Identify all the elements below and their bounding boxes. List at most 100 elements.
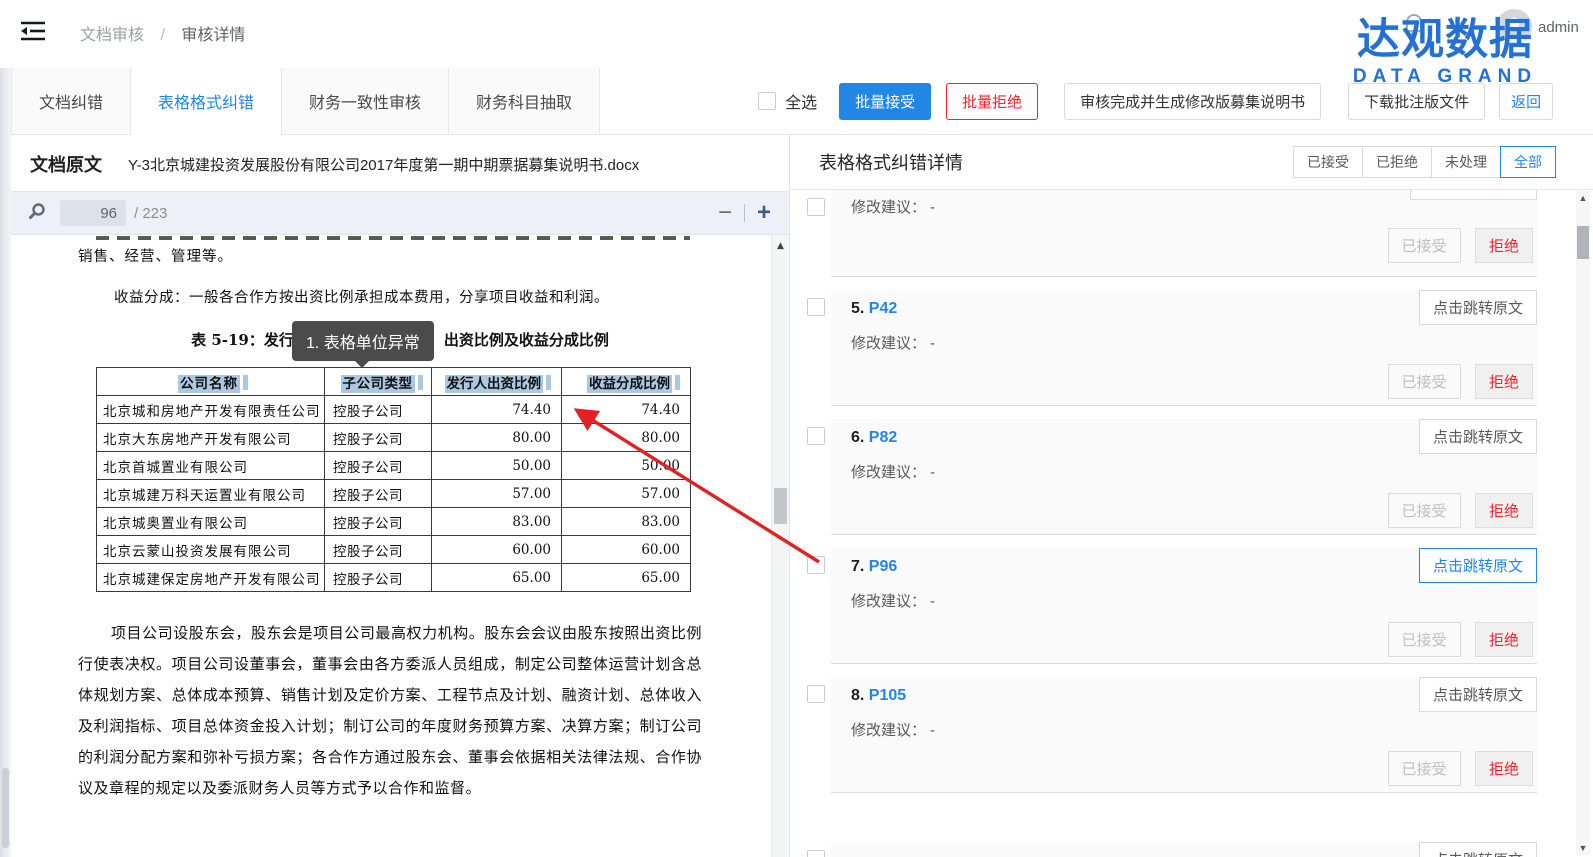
jump-to-source-button[interactable]: 点击跳转原文 — [1419, 677, 1537, 712]
page-total-label: / 223 — [134, 205, 167, 222]
item-checkbox[interactable] — [807, 850, 825, 857]
item-checkbox[interactable] — [807, 198, 825, 216]
table-header-row: 公司名称 子公司类型 发行人出资比例 收益分成比例 — [97, 368, 691, 396]
download-annotated-button[interactable]: 下载批注版文件 — [1348, 83, 1485, 120]
item-checkbox[interactable] — [807, 556, 825, 574]
review-item-card: 点击跳转原文 8. P105 修改建议：- 已接受 拒绝 — [831, 677, 1537, 793]
suggestion-value: - — [930, 335, 935, 352]
item-page-link[interactable]: P105 — [869, 687, 906, 704]
suggestion-label: 修改建议： — [851, 593, 926, 610]
document-filename: Y-3北京城建投资发展股份有限公司2017年度第一期中期票据募集说明书.docx — [128, 154, 639, 175]
clipped-text-fragment — [96, 236, 690, 240]
batch-accept-button[interactable]: 批量接受 — [839, 83, 931, 120]
tab-table-format-correction[interactable]: 表格格式纠错 — [131, 68, 282, 134]
filter-all[interactable]: 全部 — [1500, 146, 1556, 178]
jump-to-source-button[interactable]: 点击跳转原文 — [1419, 842, 1537, 857]
breadcrumb-review-detail: 审核详情 — [181, 27, 245, 44]
review-item-list: 修改建议：- 已接受 拒绝 点击跳转原文 5. P42 修改建议：- — [791, 190, 1593, 857]
jump-to-source-button[interactable]: 点击跳转原文 — [1419, 290, 1537, 325]
review-panel-title: 表格格式纠错详情 — [819, 149, 963, 175]
back-button[interactable]: 返回 — [1499, 83, 1553, 120]
item-page-link[interactable]: P42 — [869, 300, 897, 317]
review-item-p105: 点击跳转原文 8. P105 修改建议：- 已接受 拒绝 — [807, 677, 1537, 806]
item-checkbox[interactable] — [807, 298, 825, 316]
reject-button[interactable]: 拒绝 — [1475, 364, 1533, 399]
select-all-checkbox[interactable] — [758, 92, 776, 110]
item-actions: 已接受 拒绝 — [851, 364, 1537, 395]
notification-bell-icon[interactable] — [1403, 13, 1425, 37]
scroll-down-arrow[interactable]: ▼ — [1576, 843, 1590, 853]
item-number: 5. — [851, 300, 864, 317]
item-page-link[interactable]: P96 — [869, 558, 897, 575]
doc-paragraph-3: 项目公司设股东会，股东会是项目公司最高权力机构。股东会会议由股东按照出资比例行使… — [78, 618, 702, 804]
finish-generate-button[interactable]: 审核完成并生成修改版募集说明书 — [1064, 83, 1321, 120]
accepted-button[interactable]: 已接受 — [1388, 493, 1461, 528]
jump-to-source-button[interactable]: 点击跳转原文 — [1419, 419, 1537, 454]
review-item-card: 点击跳转原文 5. P42 修改建议：- 已接受 拒绝 — [831, 290, 1537, 406]
document-page: 销售、经营、管理等。 收益分成：一般各合作方按出资比例承担成本费用，分享项目收益… — [11, 235, 789, 857]
review-item-card: 点击跳转原文 7. P96 修改建议：- 已接受 拒绝 — [831, 548, 1537, 664]
filter-pending[interactable]: 未处理 — [1431, 146, 1501, 178]
item-number: 7. — [851, 558, 864, 575]
zoom-in-button[interactable]: + — [757, 201, 771, 225]
accepted-button[interactable]: 已接受 — [1388, 228, 1461, 263]
suggestion-value: - — [930, 464, 935, 481]
reject-button[interactable]: 拒绝 — [1475, 228, 1533, 263]
breadcrumb-doc-review[interactable]: 文档审核 — [80, 27, 144, 44]
doc-paragraph-2: 收益分成：一般各合作方按出资比例承担成本费用，分享项目收益和利润。 — [114, 286, 609, 307]
document-scrollbar[interactable]: ▲ — [771, 235, 789, 857]
search-icon[interactable] — [29, 202, 46, 224]
sidebar-strip-thumb[interactable] — [2, 768, 9, 848]
highlight-bar — [243, 375, 248, 390]
reject-button[interactable]: 拒绝 — [1475, 493, 1533, 528]
tab-action-row: 文档纠错 表格格式纠错 财务一致性审核 财务科目抽取 全选 批量接受 批量拒绝 … — [0, 68, 1593, 135]
scrollbar-thumb[interactable] — [1577, 226, 1589, 259]
table-caption-right: 出资比例及收益分成比例 — [444, 331, 609, 349]
tab-financial-consistency[interactable]: 财务一致性审核 — [282, 68, 449, 134]
breadcrumb: 文档审核 / 审核详情 — [80, 21, 245, 45]
subsidiary-table: 公司名称 子公司类型 发行人出资比例 收益分成比例 北京城和房地产开发有限责任公… — [96, 367, 691, 592]
item-number: 8. — [851, 687, 864, 704]
review-item-card: 点击跳转原文 — [831, 842, 1537, 857]
action-bar: 全选 批量接受 批量拒绝 审核完成并生成修改版募集说明书 下载批注版文件 返回 — [758, 83, 1553, 120]
jump-to-source-button-active[interactable]: 点击跳转原文 — [1419, 548, 1537, 583]
scrollbar-thumb[interactable] — [774, 488, 787, 524]
scroll-up-arrow[interactable]: ▲ — [1576, 193, 1590, 203]
status-filter-group: 已接受 已拒绝 未处理 全部 — [1294, 146, 1556, 178]
review-item-p96: 点击跳转原文 7. P96 修改建议：- 已接受 拒绝 — [807, 548, 1537, 677]
item-actions: 已接受 拒绝 — [851, 228, 1537, 259]
reject-button[interactable]: 拒绝 — [1475, 622, 1533, 657]
suggestion-row: 修改建议：- — [851, 719, 1537, 739]
document-toolbar: / 223 − + — [11, 191, 789, 235]
batch-reject-button[interactable]: 批量拒绝 — [946, 83, 1038, 120]
item-checkbox[interactable] — [807, 685, 825, 703]
highlight-bar — [418, 375, 423, 390]
zoom-out-button[interactable]: − — [718, 201, 732, 225]
collapse-sidebar-icon[interactable] — [20, 20, 46, 42]
accepted-button[interactable]: 已接受 — [1388, 622, 1461, 657]
tab-financial-subject-extraction[interactable]: 财务科目抽取 — [449, 68, 600, 134]
tab-bar: 文档纠错 表格格式纠错 财务一致性审核 财务科目抽取 — [11, 68, 600, 134]
item-page-link[interactable]: P82 — [869, 429, 897, 446]
error-tooltip: 1. 表格单位异常 — [292, 321, 434, 361]
app-header: 文档审核 / 审核详情 admin — [0, 0, 1593, 69]
jump-button-clipped[interactable] — [1410, 190, 1537, 200]
filter-rejected[interactable]: 已拒绝 — [1362, 146, 1432, 178]
reject-button[interactable]: 拒绝 — [1475, 751, 1533, 786]
scroll-up-arrow[interactable]: ▲ — [772, 241, 789, 251]
accepted-button[interactable]: 已接受 — [1388, 364, 1461, 399]
page-number-input[interactable] — [60, 200, 126, 226]
filter-accepted[interactable]: 已接受 — [1293, 146, 1363, 178]
suggestion-label: 修改建议： — [851, 335, 926, 352]
avatar[interactable] — [1496, 9, 1532, 45]
item-checkbox[interactable] — [807, 427, 825, 445]
suggestion-value: - — [930, 722, 935, 739]
username[interactable]: admin — [1538, 19, 1579, 36]
document-panel: 文档原文 Y-3北京城建投资发展股份有限公司2017年度第一期中期票据募集说明书… — [11, 135, 790, 857]
review-panel-scrollbar[interactable]: ▲ ▼ — [1576, 191, 1590, 855]
accepted-button[interactable]: 已接受 — [1388, 751, 1461, 786]
item-actions: 已接受 拒绝 — [851, 751, 1537, 782]
select-all-label[interactable]: 全选 — [785, 89, 817, 113]
collapsed-sidebar-strip[interactable] — [0, 68, 11, 857]
tab-doc-correction[interactable]: 文档纠错 — [11, 68, 131, 134]
